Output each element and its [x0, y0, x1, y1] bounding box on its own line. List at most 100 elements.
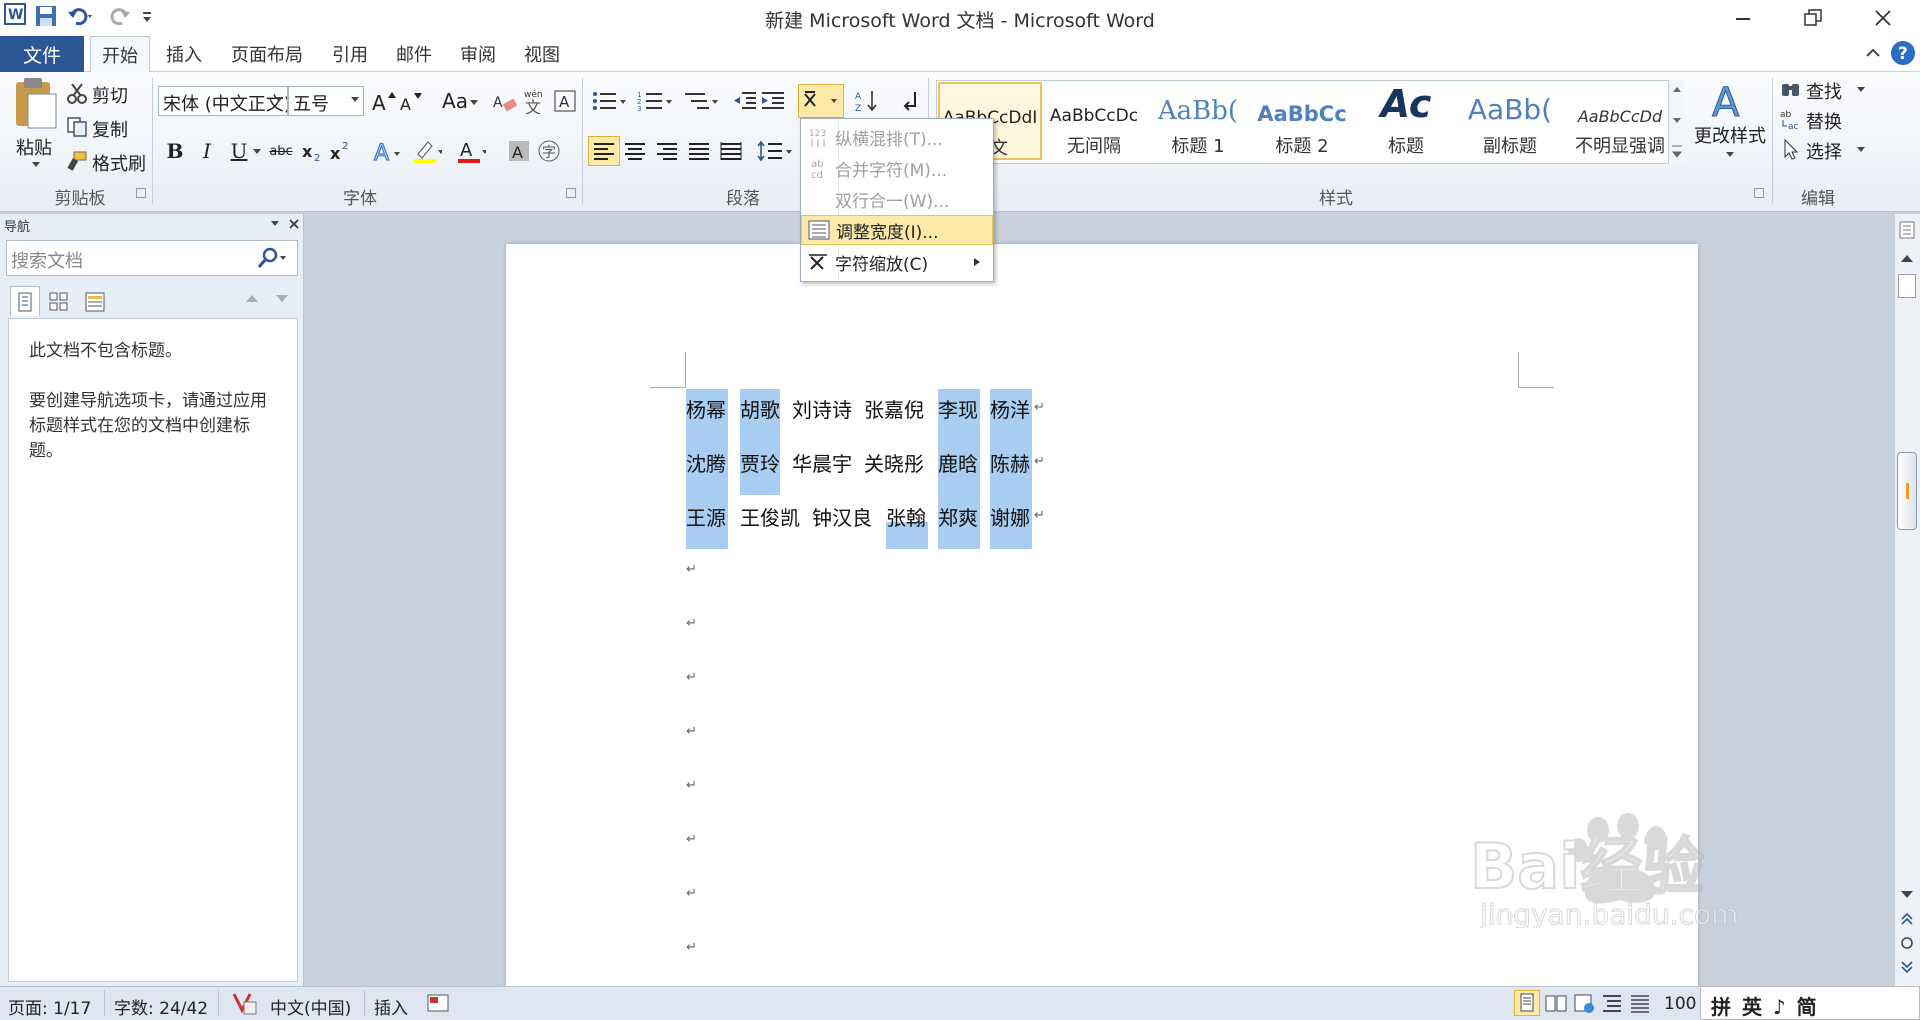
cut-icon[interactable]: [66, 82, 88, 104]
tab-view[interactable]: 视图: [514, 36, 570, 72]
replace-button[interactable]: 替换: [1806, 108, 1842, 134]
nav-options-icon[interactable]: [270, 220, 280, 228]
draft-view-icon[interactable]: [1628, 992, 1652, 1014]
scroll-thumb[interactable]: [1897, 452, 1917, 530]
font-color-icon[interactable]: A: [456, 136, 486, 166]
show-hide-marks-icon[interactable]: [894, 86, 924, 116]
tab-file[interactable]: 文件: [0, 36, 84, 72]
select-icon[interactable]: [1780, 138, 1802, 160]
strikethrough-icon[interactable]: abc: [266, 136, 296, 166]
find-icon[interactable]: [1780, 80, 1802, 102]
style-subtle-emphasis[interactable]: AaBbCcDd 不明显强调: [1562, 82, 1678, 160]
name-cell[interactable]: 鹿晗: [938, 448, 978, 477]
clear-formatting-icon[interactable]: A: [490, 86, 520, 116]
enclose-characters-icon[interactable]: 字: [534, 136, 564, 166]
restore-button[interactable]: [1782, 0, 1844, 36]
name-cell[interactable]: 钟汉良: [812, 502, 872, 531]
underline-button[interactable]: U: [224, 136, 254, 166]
font-launcher[interactable]: [566, 188, 576, 198]
scroll-down-icon[interactable]: [1899, 888, 1915, 900]
nav-search-input[interactable]: 搜索文档: [6, 240, 298, 276]
close-button[interactable]: [1852, 0, 1914, 36]
align-center-icon[interactable]: [620, 136, 650, 166]
minimize-button[interactable]: [1712, 0, 1774, 36]
print-layout-view-icon[interactable]: [1514, 990, 1540, 1016]
decrease-indent-icon[interactable]: [730, 86, 760, 116]
tab-page-layout[interactable]: 页面布局: [222, 36, 312, 72]
text-effects-icon[interactable]: A: [372, 136, 402, 166]
tab-references[interactable]: 引用: [322, 36, 378, 72]
scroll-up-icon[interactable]: [1899, 252, 1915, 264]
name-cell[interactable]: 贾玲: [740, 448, 780, 477]
help-icon[interactable]: ?: [1890, 40, 1916, 66]
multilevel-list-icon[interactable]: [682, 86, 722, 116]
outline-view-icon[interactable]: [1600, 992, 1624, 1014]
nav-pages-tab[interactable]: [44, 288, 74, 316]
search-icon[interactable]: [256, 246, 288, 270]
bold-button[interactable]: B: [160, 136, 190, 166]
name-cell[interactable]: 沈腾: [686, 448, 726, 477]
line-spacing-icon[interactable]: [756, 136, 796, 166]
grow-font-icon[interactable]: A: [368, 86, 398, 116]
phonetic-guide-icon[interactable]: wén 文: [520, 86, 550, 116]
character-border-icon[interactable]: A: [550, 86, 580, 116]
style-no-spacing[interactable]: AaBbCcDc 无间隔: [1042, 82, 1146, 160]
name-cell[interactable]: 张翰: [886, 502, 926, 531]
name-cell[interactable]: 陈赫: [990, 448, 1030, 477]
paste-button[interactable]: 粘贴: [8, 76, 60, 176]
nav-next-icon[interactable]: [274, 292, 290, 304]
ime-toolbar[interactable]: 拼 英 ♪ 简: [1700, 986, 1920, 1020]
name-cell[interactable]: 王源: [686, 502, 726, 531]
status-word-count[interactable]: 字数: 24/42: [114, 994, 208, 1019]
macro-record-icon[interactable]: [426, 992, 450, 1014]
style-title[interactable]: Ac 标题: [1354, 82, 1458, 160]
replace-icon[interactable]: ab ac: [1780, 108, 1802, 130]
next-page-icon[interactable]: [1899, 960, 1915, 974]
scroll-split-box[interactable]: [1898, 274, 1916, 298]
select-browse-object-icon[interactable]: [1899, 936, 1915, 950]
align-left-icon[interactable]: [588, 136, 620, 166]
name-cell[interactable]: 华晨宇: [792, 448, 852, 477]
font-size-combo[interactable]: 五号: [288, 86, 364, 116]
italic-button[interactable]: I: [192, 136, 222, 166]
zoom-level[interactable]: 100: [1664, 994, 1696, 1014]
menu-item-vertical-horizontal[interactable]: 123 纵横混排(T)...: [801, 122, 993, 152]
subscript-icon[interactable]: x2: [298, 136, 328, 166]
name-cell[interactable]: 关晓彤: [864, 448, 924, 477]
name-cell[interactable]: 李现: [938, 394, 978, 423]
ruler-toggle-icon[interactable]: [1898, 220, 1916, 240]
find-button[interactable]: 查找: [1806, 78, 1842, 104]
style-subtitle[interactable]: AaBb( 副标题: [1458, 82, 1562, 160]
bullets-icon[interactable]: [590, 86, 630, 116]
character-shading-icon[interactable]: A: [504, 136, 534, 166]
copy-button[interactable]: 复制: [92, 116, 128, 142]
status-page[interactable]: 页面: 1/17: [8, 994, 91, 1019]
chinese-layout-button[interactable]: [798, 84, 844, 118]
nav-close-icon[interactable]: [288, 218, 300, 230]
underline-dropdown-icon[interactable]: [252, 148, 262, 156]
clipboard-launcher[interactable]: [136, 188, 146, 198]
menu-item-combine-characters[interactable]: ab cd 合并字符(M)...: [801, 153, 993, 183]
format-painter-icon[interactable]: [66, 150, 88, 172]
find-dropdown-icon[interactable]: [1856, 86, 1866, 94]
change-styles-button[interactable]: A 更改样式: [1692, 76, 1768, 180]
shrink-font-icon[interactable]: A: [396, 86, 426, 116]
sort-icon[interactable]: AZ: [852, 86, 882, 116]
status-insert-mode[interactable]: 插入: [374, 994, 408, 1019]
gallery-scroll[interactable]: [1668, 80, 1684, 164]
name-cell[interactable]: 刘诗诗: [792, 394, 852, 423]
web-layout-icon[interactable]: [1572, 992, 1596, 1014]
status-language[interactable]: 中文(中国): [270, 994, 351, 1019]
distributed-icon[interactable]: [716, 136, 746, 166]
increase-indent-icon[interactable]: [758, 86, 788, 116]
tab-mailings[interactable]: 邮件: [386, 36, 442, 72]
highlight-color-icon[interactable]: [412, 136, 442, 166]
styles-launcher[interactable]: [1754, 188, 1764, 198]
nav-headings-tab[interactable]: [10, 286, 40, 316]
name-cell[interactable]: 杨洋: [990, 394, 1030, 423]
select-dropdown-icon[interactable]: [1856, 146, 1866, 154]
format-painter-button[interactable]: 格式刷: [92, 150, 146, 176]
name-cell[interactable]: 胡歌: [740, 394, 780, 423]
name-cell[interactable]: 郑爽: [938, 502, 978, 531]
style-heading-2[interactable]: AaBbCc 标题 2: [1250, 82, 1354, 160]
